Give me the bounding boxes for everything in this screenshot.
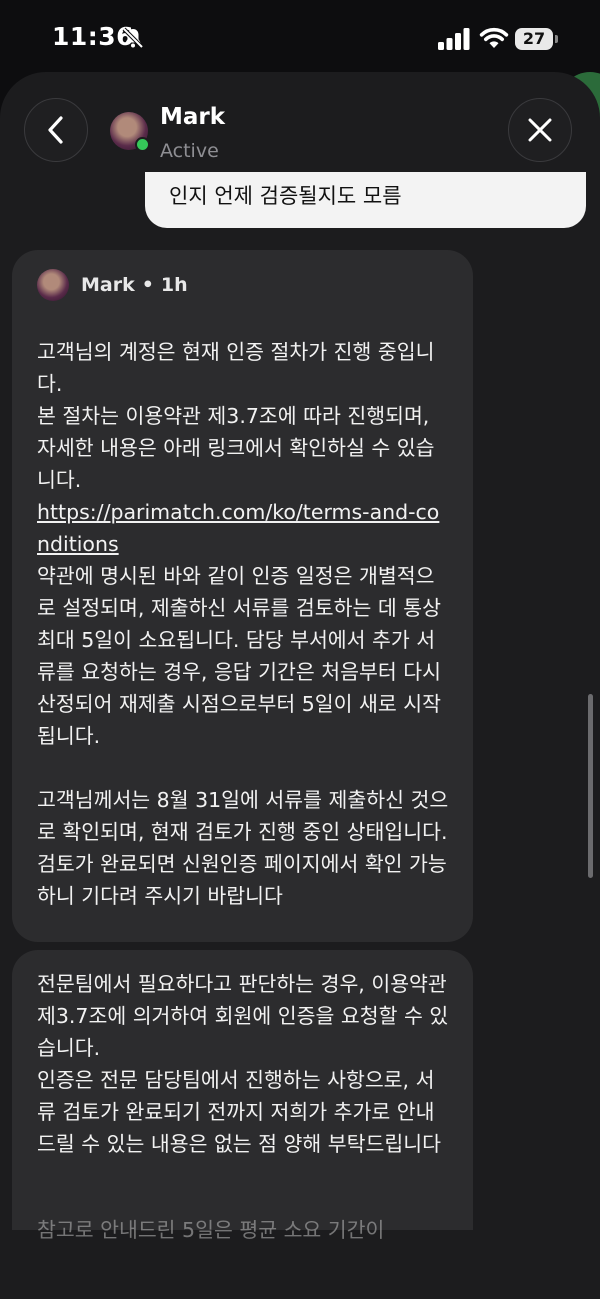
close-icon [528,118,552,142]
close-button[interactable] [508,98,572,162]
contact-status: Active [160,140,219,162]
message-paragraph: 약관에 명시된 바와 같이 인증 일정은 개별적으로 설정되며, 제출하신 서류… [37,564,449,908]
bell-slash-icon [122,27,144,49]
scrollbar[interactable] [588,694,593,878]
cut-off-message-line: 참고로 안내드린 5일은 평균 소요 기간이 [37,1218,385,1242]
meta-separator: • [141,274,154,296]
chevron-left-icon [48,116,63,144]
message-meta: Mark • 1h [37,268,188,302]
message-paragraph: 고객님의 계정은 현재 인증 절차가 진행 중입니다. 본 절차는 이용약관 제… [37,340,435,492]
sender-name: Mark [81,274,135,296]
incoming-message-card[interactable]: 전문팀에서 필요하다고 판단하는 경우, 이용약관 제3.7조에 의거하여 회원… [12,950,473,1242]
online-indicator [135,137,150,152]
incoming-message-card[interactable]: Mark • 1h 고객님의 계정은 현재 인증 절차가 진행 중입니다. 본 … [12,250,473,942]
contact-name[interactable]: Mark [160,104,225,130]
outgoing-message-text: 인지 언제 검증될지도 모름 [169,184,402,208]
message-time: 1h [160,274,188,296]
outgoing-message[interactable]: 인지 언제 검증될지도 모름 [145,172,586,228]
status-bar: 11:36 27 [0,0,600,78]
back-button[interactable] [24,98,88,162]
wifi-icon [479,27,509,48]
battery-level: 27 [515,28,553,50]
chat-sheet: Mark Active 인지 언제 검증될지도 모름 Mark • 1h 고객님… [0,72,600,1299]
sender-avatar [37,269,69,301]
message-paragraph: 전문팀에서 필요하다고 판단하는 경우, 이용약관 제3.7조에 의거하여 회원… [37,972,449,1156]
battery-icon: 27 [515,28,559,50]
terms-link[interactable]: https://parimatch.com/ko/terms-and-condi… [37,500,439,556]
chat-header: Mark Active [0,72,600,184]
cellular-signal-icon [438,28,470,50]
